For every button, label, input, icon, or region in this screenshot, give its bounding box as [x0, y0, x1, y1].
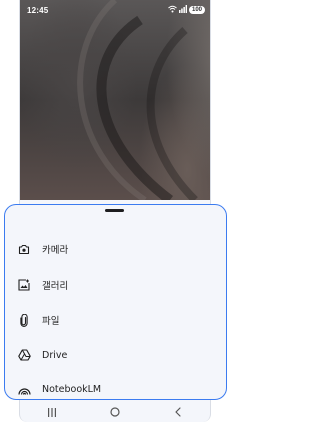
- wallpaper: [20, 0, 210, 200]
- attachment-bottom-sheet: 카메라 갤러리 파일 Drive NotebookLM: [4, 204, 227, 400]
- wallpaper-curves: [77, 0, 198, 200]
- menu-item-camera[interactable]: 카메라: [5, 232, 226, 266]
- back-button[interactable]: [163, 401, 193, 421]
- system-navigation-bar: [20, 400, 210, 422]
- menu-item-drive[interactable]: Drive: [5, 338, 226, 372]
- signal-icon: [178, 5, 187, 15]
- menu-item-notebooklm[interactable]: NotebookLM: [5, 372, 226, 399]
- status-icons: 100: [168, 5, 205, 15]
- recents-icon: [47, 402, 57, 421]
- camera-icon: [17, 242, 31, 256]
- drag-handle[interactable]: [105, 209, 124, 212]
- gallery-icon: [17, 278, 31, 292]
- status-bar: 12:45 100: [20, 0, 210, 20]
- paperclip-icon: [17, 313, 31, 327]
- home-button[interactable]: [100, 401, 130, 421]
- menu-item-label: 파일: [42, 316, 60, 327]
- status-time: 12:45: [27, 6, 49, 15]
- drive-icon: [17, 348, 31, 362]
- notebooklm-icon: [17, 382, 31, 396]
- menu-item-file[interactable]: 파일: [5, 303, 226, 337]
- menu-item-label: 카메라: [42, 245, 69, 256]
- menu-item-label: NotebookLM: [42, 383, 102, 395]
- menu-item-label: Drive: [42, 349, 68, 361]
- home-icon: [110, 402, 120, 421]
- recents-button[interactable]: [37, 401, 67, 421]
- back-icon: [174, 402, 182, 421]
- battery-icon: 100: [188, 6, 205, 14]
- menu-item-gallery[interactable]: 갤러리: [5, 268, 226, 302]
- wifi-icon: [168, 5, 177, 15]
- menu-item-label: 갤러리: [42, 281, 69, 292]
